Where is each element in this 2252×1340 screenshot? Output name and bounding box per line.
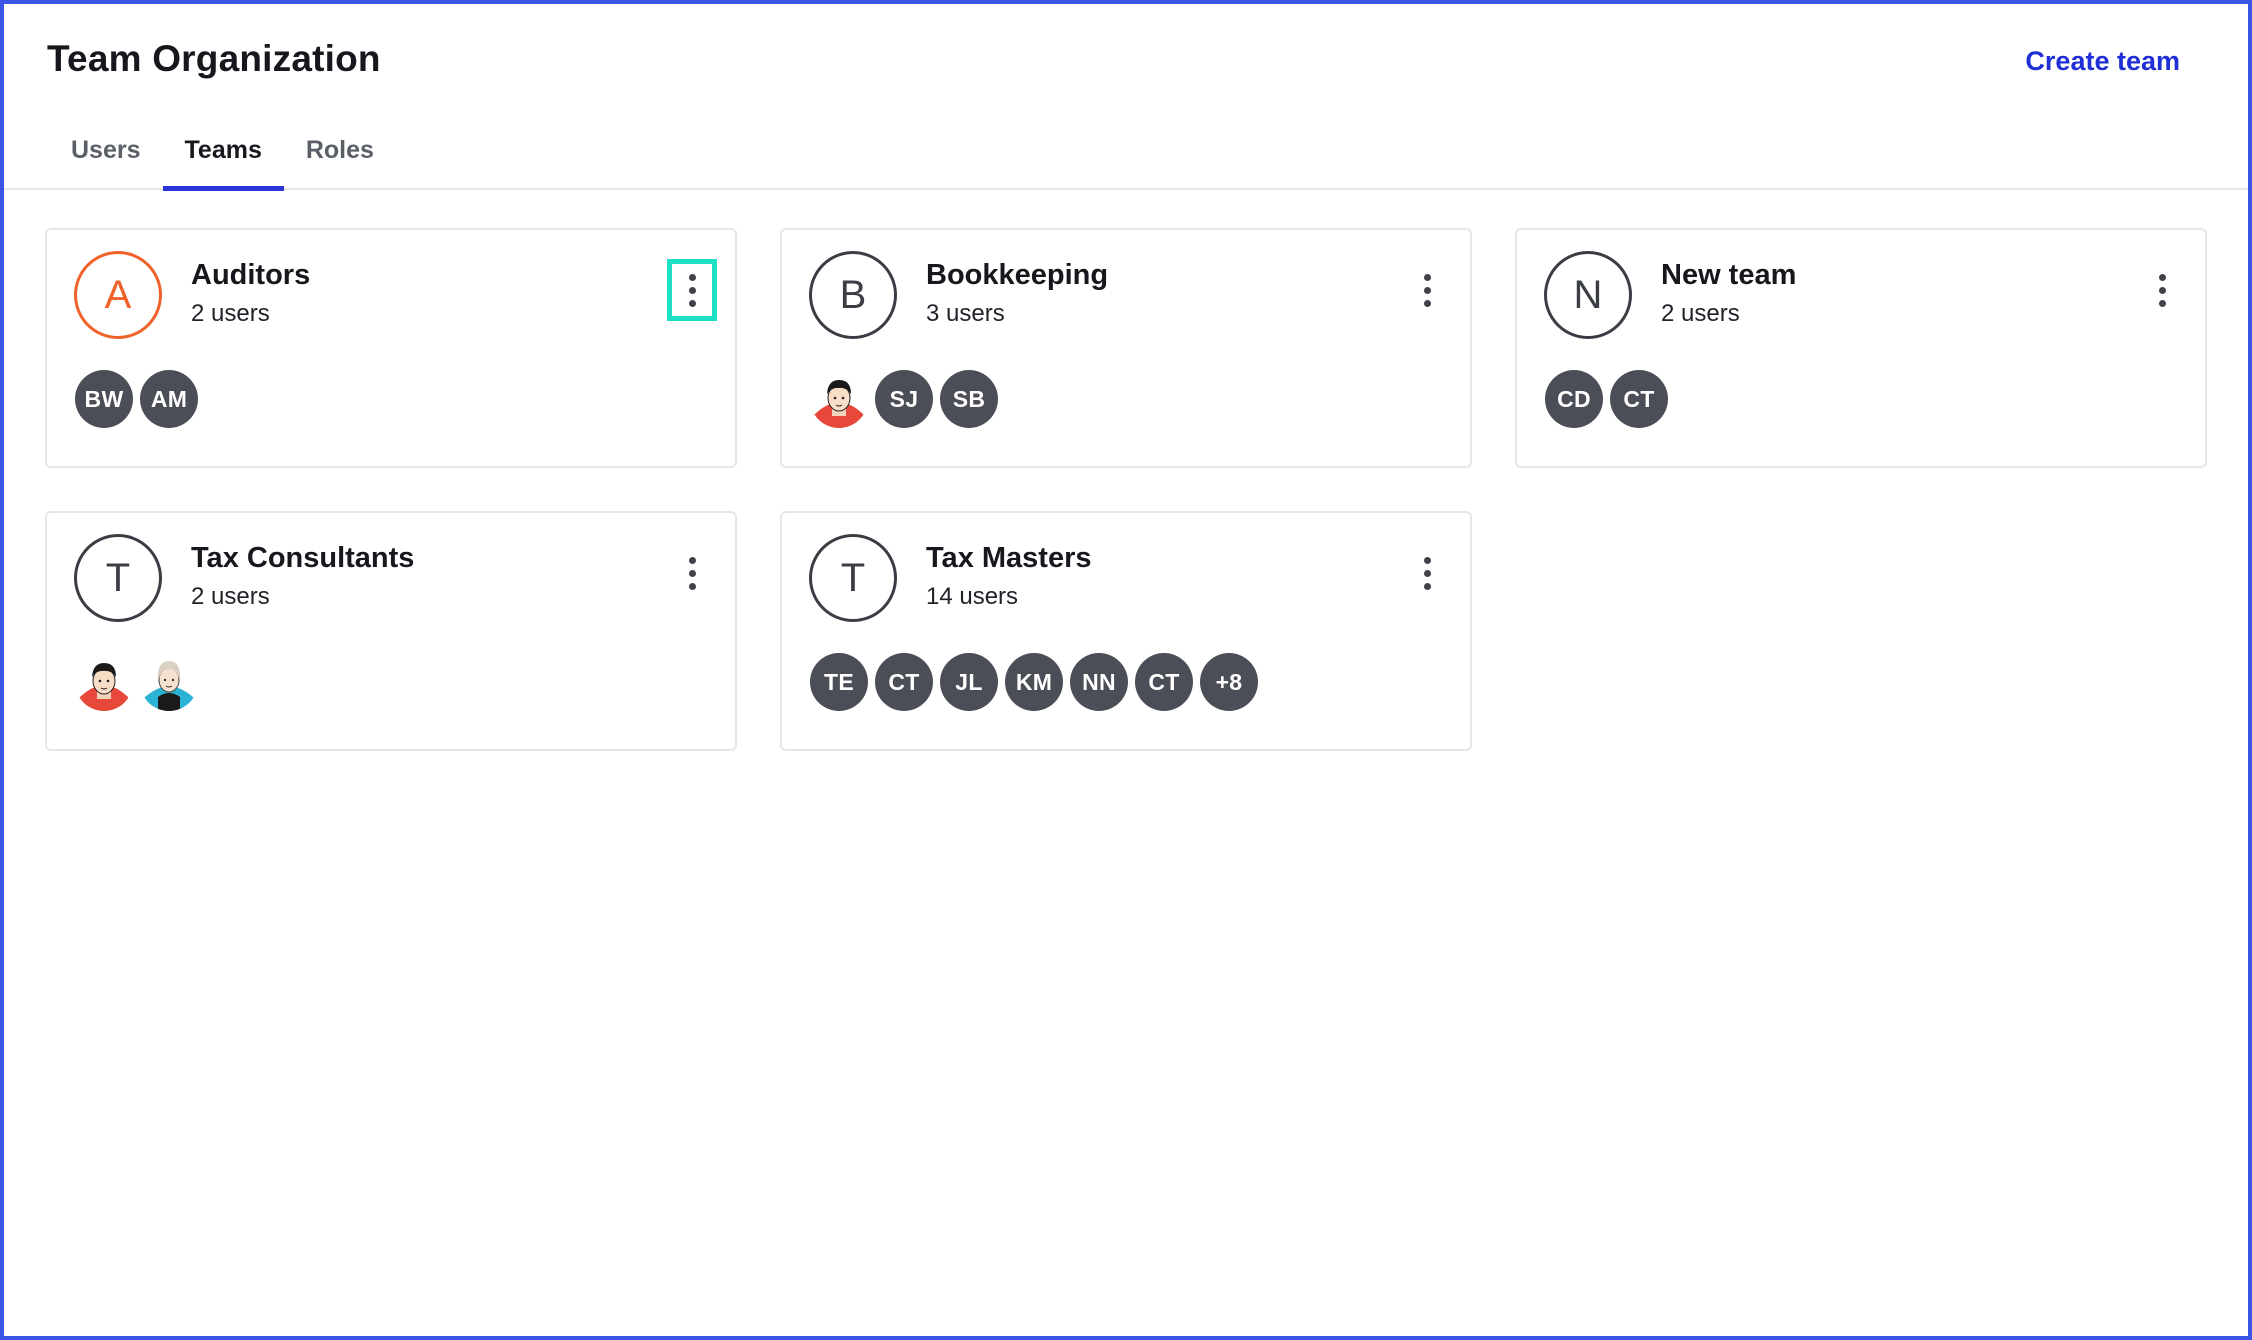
create-team-button[interactable]: Create team xyxy=(2025,46,2180,77)
team-name[interactable]: New team xyxy=(1661,259,1796,292)
member-avatar[interactable]: NN xyxy=(1070,653,1128,711)
team-name[interactable]: Tax Consultants xyxy=(191,542,414,575)
team-avatar: N xyxy=(1544,251,1632,339)
member-avatar[interactable]: SJ xyxy=(875,370,933,428)
page-title: Team Organization xyxy=(47,38,381,79)
tab-bar: Users Teams Roles xyxy=(49,122,396,191)
app-window: Team Organization Create team Users Team… xyxy=(0,0,2252,1340)
member-avatar[interactable]: JL xyxy=(940,653,998,711)
more-options-icon[interactable] xyxy=(1402,542,1452,604)
more-options-icon[interactable] xyxy=(2137,259,2187,321)
member-avatar[interactable]: CD xyxy=(1545,370,1603,428)
team-avatar: B xyxy=(809,251,897,339)
more-members-badge[interactable]: +8 xyxy=(1200,653,1258,711)
team-card-bookkeeping[interactable]: B Bookkeeping 3 users SJ SB xyxy=(780,228,1472,468)
member-avatar[interactable]: TE xyxy=(810,653,868,711)
member-avatar[interactable]: KM xyxy=(1005,653,1063,711)
team-user-count: 3 users xyxy=(926,300,1005,327)
member-avatar[interactable]: BW xyxy=(75,370,133,428)
more-options-icon[interactable] xyxy=(1402,259,1452,321)
team-user-count: 2 users xyxy=(1661,300,1740,327)
team-members: BW AM xyxy=(75,370,198,428)
more-options-icon[interactable] xyxy=(667,259,717,321)
team-members: TE CT JL KM NN CT +8 xyxy=(810,653,1258,711)
user-photo-male-icon[interactable] xyxy=(75,653,133,711)
member-avatar[interactable]: AM xyxy=(140,370,198,428)
team-avatar: T xyxy=(74,534,162,622)
user-photo-female-icon[interactable] xyxy=(140,653,198,711)
member-avatar[interactable]: CT xyxy=(1135,653,1193,711)
more-options-icon[interactable] xyxy=(667,542,717,604)
team-members: SJ SB xyxy=(810,370,998,428)
team-name[interactable]: Bookkeeping xyxy=(926,259,1108,292)
member-avatar[interactable]: CT xyxy=(875,653,933,711)
tab-teams[interactable]: Teams xyxy=(162,122,285,191)
page-header: Team Organization Create team Users Team… xyxy=(4,4,2248,191)
tab-roles[interactable]: Roles xyxy=(284,122,396,190)
team-avatar: A xyxy=(74,251,162,339)
team-members xyxy=(75,653,198,711)
team-name[interactable]: Auditors xyxy=(191,259,310,292)
team-card-tax-consultants[interactable]: T Tax Consultants 2 users xyxy=(45,511,737,751)
tab-users[interactable]: Users xyxy=(49,122,163,190)
team-user-count: 2 users xyxy=(191,583,270,610)
team-user-count: 14 users xyxy=(926,583,1019,610)
team-members: CD CT xyxy=(1545,370,1668,428)
user-photo-male-icon[interactable] xyxy=(810,370,868,428)
member-avatar[interactable]: CT xyxy=(1610,370,1668,428)
team-card-auditors[interactable]: A Auditors 2 users BW AM xyxy=(45,228,737,468)
team-card-new-team[interactable]: N New team 2 users CD CT xyxy=(1515,228,2207,468)
member-avatar[interactable]: SB xyxy=(940,370,998,428)
team-card-tax-masters[interactable]: T Tax Masters 14 users TE CT JL KM NN CT… xyxy=(780,511,1472,751)
team-avatar: T xyxy=(809,534,897,622)
team-user-count: 2 users xyxy=(191,300,270,327)
team-name[interactable]: Tax Masters xyxy=(926,542,1092,575)
